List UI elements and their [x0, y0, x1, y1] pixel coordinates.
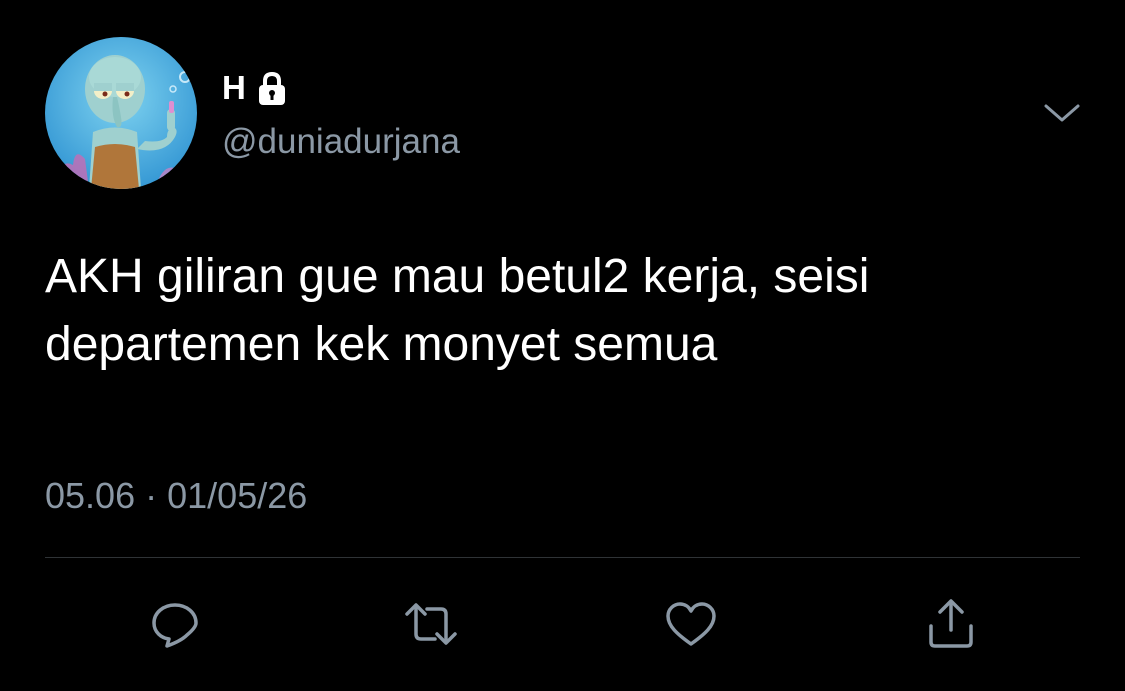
heart-icon [666, 602, 716, 646]
tweet-date: 01/05/26 [167, 475, 308, 516]
avatar-image [45, 37, 197, 189]
display-name[interactable]: H [222, 68, 246, 108]
tweet-card: H @duniadurjana AKH giliran gue mau betu… [0, 0, 1125, 691]
chevron-down-icon[interactable] [1040, 96, 1084, 132]
lock-icon [252, 68, 292, 108]
reply-icon [152, 603, 198, 648]
tweet-time: 05.06 [45, 475, 136, 516]
divider [45, 557, 1080, 558]
reply-button[interactable] [147, 596, 203, 652]
timestamp[interactable]: 05.06 · 01/05/26 [45, 474, 307, 518]
timestamp-separator: · [145, 475, 158, 516]
avatar[interactable] [45, 37, 197, 189]
share-button[interactable] [923, 596, 979, 652]
like-button[interactable] [663, 596, 719, 652]
user-handle[interactable]: @duniadurjana [222, 120, 460, 164]
retweet-button[interactable] [403, 596, 459, 652]
retweet-icon [405, 603, 457, 645]
share-icon [929, 599, 973, 648]
tweet-text: AKH giliran gue mau betul2 kerja, seisi … [45, 250, 870, 371]
display-name-row: H [222, 68, 292, 108]
